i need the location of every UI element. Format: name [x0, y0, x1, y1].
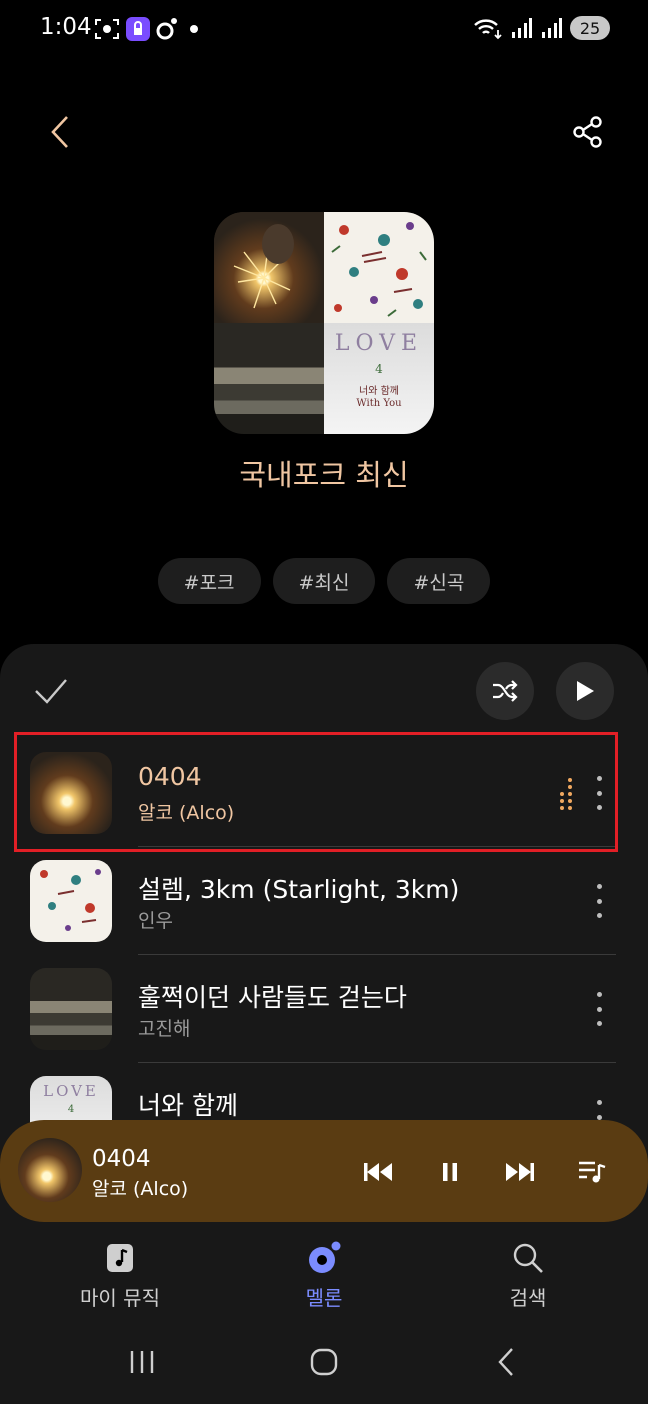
divider — [138, 954, 616, 955]
share-button[interactable] — [570, 112, 606, 152]
more-options-icon[interactable] — [594, 992, 604, 1026]
queue-music-icon — [579, 1161, 606, 1183]
music-note-icon — [107, 1244, 133, 1272]
thumb-love-text: LOVE — [43, 1082, 99, 1100]
tag-chip[interactable]: #포크 — [157, 558, 261, 604]
wifi-icon — [474, 19, 502, 40]
signal-2-icon — [542, 18, 562, 38]
play-all-button[interactable] — [556, 662, 614, 720]
tag-chip[interactable]: #최신 — [272, 558, 376, 604]
cover-quadrant-sparkler — [214, 212, 324, 323]
more-options-icon[interactable] — [594, 884, 604, 918]
thumb-love-number: 4 — [67, 1104, 75, 1115]
nav-label: 멜론 — [305, 1286, 343, 1310]
recent-apps-icon — [130, 1351, 154, 1373]
status-bar: 1:04 25 — [0, 0, 648, 60]
track-artist: 인우 — [138, 910, 173, 932]
mini-player[interactable]: 0404 알코 (Alco) — [0, 1120, 648, 1222]
nav-melon[interactable]: 멜론 — [244, 1236, 404, 1311]
nav-search[interactable]: 검색 — [448, 1236, 608, 1311]
check-icon[interactable] — [34, 676, 68, 706]
back-arrow-icon — [498, 1348, 513, 1376]
track-row[interactable]: 훌쩍이던 사람들도 걷는다 고진해 — [30, 968, 616, 1050]
tag-chip[interactable]: #신곡 — [387, 558, 491, 604]
track-thumbnail — [30, 968, 112, 1050]
cover-love-subtitle-en: With You — [356, 398, 402, 409]
track-title: 너와 함께 — [138, 1091, 238, 1120]
highlight-box — [14, 732, 618, 852]
tag-list: #포크 #최신 #신곡 — [0, 558, 648, 604]
cover-love-number: 4 — [375, 362, 383, 376]
cover-quadrant-love: LOVE 4 너와 함께 With You — [324, 323, 434, 434]
cover-love-subtitle-ko: 너와 함께 — [359, 386, 399, 397]
home-icon — [310, 1348, 338, 1376]
battery-indicator: 25 — [570, 16, 610, 40]
mini-player-title: 0404 — [92, 1146, 151, 1172]
music-app-icon — [156, 18, 177, 40]
face-scan-icon — [95, 19, 119, 39]
track-artist: 고진해 — [138, 1018, 191, 1040]
search-icon — [513, 1243, 543, 1273]
cover-love-text: LOVE — [334, 331, 424, 356]
back-button[interactable] — [42, 112, 78, 152]
cover-quadrant-pier — [214, 323, 324, 434]
skip-next-icon — [506, 1163, 534, 1181]
notification-dot-icon — [190, 25, 198, 33]
home-button[interactable] — [294, 1340, 354, 1384]
nav-label: 마이 뮤직 — [80, 1286, 160, 1310]
chevron-left-icon — [51, 116, 68, 148]
next-button[interactable] — [500, 1152, 540, 1192]
previous-button[interactable] — [358, 1152, 398, 1192]
recent-apps-button[interactable] — [112, 1340, 172, 1384]
track-title: 설렘, 3km (Starlight, 3km) — [138, 875, 460, 904]
shuffle-icon — [493, 680, 518, 702]
divider — [138, 1062, 616, 1063]
pause-icon — [443, 1163, 457, 1181]
playlist-cover: LOVE 4 너와 함께 With You — [214, 212, 434, 434]
cover-quadrant-pattern — [324, 212, 434, 323]
vpn-lock-icon — [126, 17, 150, 41]
mini-player-thumbnail — [18, 1138, 82, 1202]
share-icon — [573, 116, 602, 148]
playlist-title: 국내포크 최신 — [239, 458, 409, 492]
shuffle-button[interactable] — [476, 662, 534, 720]
track-title: 훌쩍이던 사람들도 걷는다 — [138, 983, 407, 1012]
nav-my-music[interactable]: 마이 뮤직 — [40, 1236, 200, 1311]
playlist-queue-button[interactable] — [572, 1152, 612, 1192]
track-row[interactable]: 설렘, 3km (Starlight, 3km) 인우 — [30, 860, 616, 942]
nav-label: 검색 — [509, 1286, 547, 1310]
melon-icon — [309, 1241, 341, 1273]
signal-icon — [512, 18, 532, 38]
play-icon — [577, 681, 594, 701]
track-thumbnail — [30, 860, 112, 942]
skip-previous-icon — [364, 1163, 392, 1181]
pause-button[interactable] — [430, 1152, 470, 1192]
mini-player-artist: 알코 (Alco) — [92, 1178, 189, 1200]
status-time: 1:04 — [40, 14, 92, 40]
system-back-button[interactable] — [476, 1340, 536, 1384]
